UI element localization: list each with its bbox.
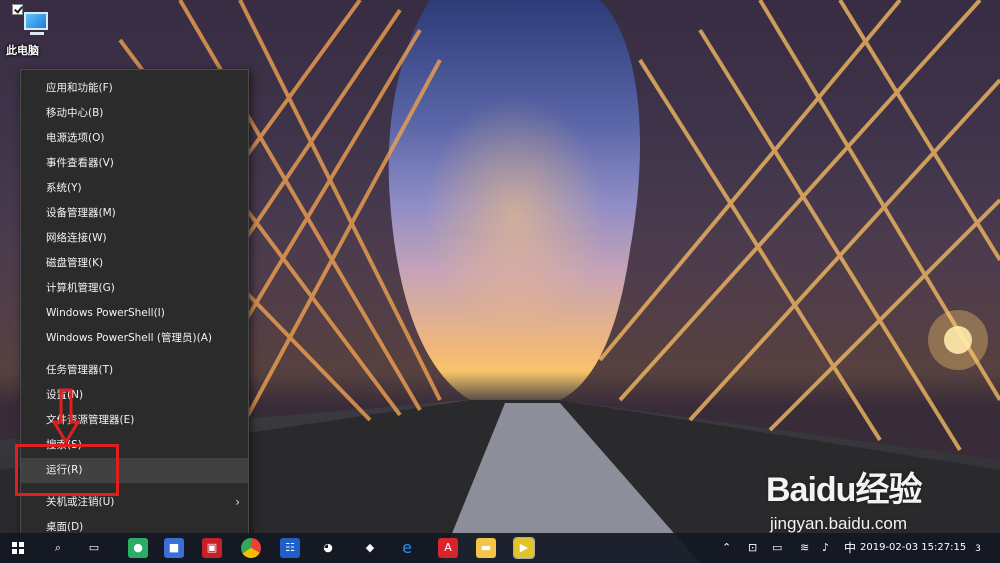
wifi-icon[interactable]: ≋ <box>800 533 809 563</box>
menu-item-mobility-center[interactable]: 移动中心(B) <box>21 101 248 126</box>
annotation-highlight-box <box>15 444 119 496</box>
menu-item-power-options[interactable]: 电源选项(O) <box>21 126 248 151</box>
ime-indicator[interactable]: 中 <box>844 533 856 563</box>
menu-item-label: 关机或注销(U) <box>46 496 115 508</box>
search-icon[interactable]: ⌕ <box>48 538 68 558</box>
app-icon[interactable]: ▶ <box>513 537 535 559</box>
menu-item-task-manager[interactable]: 任务管理器(T) <box>21 358 248 383</box>
task-view-icon[interactable]: ▭ <box>84 538 104 558</box>
menu-item-event-viewer[interactable]: 事件查看器(V) <box>21 151 248 176</box>
menu-item-disk-management[interactable]: 磁盘管理(K) <box>21 251 248 276</box>
menu-item-powershell-admin[interactable]: Windows PowerShell (管理员)(A) <box>21 326 248 351</box>
wechat-icon[interactable]: ● <box>128 538 148 558</box>
menu-item-powershell[interactable]: Windows PowerShell(I) <box>21 301 248 326</box>
clock-datetime[interactable]: 2019-02-03 15:27:15 <box>860 542 966 553</box>
start-button[interactable] <box>12 542 24 554</box>
annotation-arrow-down-icon <box>52 388 80 445</box>
app-icon[interactable]: ■ <box>164 538 184 558</box>
monitor-stand-icon <box>30 32 44 35</box>
menu-item-system[interactable]: 系统(Y) <box>21 176 248 201</box>
taskbar: ⌕ ▭ ● ■ ▣ ☷ ◕ ◆ e A ▬ ▶ ⌃ ⊡ ▭ ≋ ♪ 中 2019… <box>0 533 1000 563</box>
chevron-right-icon: › <box>235 495 240 509</box>
app-icon[interactable]: ☷ <box>280 538 300 558</box>
selection-checkbox-icon[interactable] <box>12 4 23 15</box>
menu-item-network-connections[interactable]: 网络连接(W) <box>21 226 248 251</box>
volume-icon[interactable]: ♪ <box>822 533 829 563</box>
app-icon[interactable]: ▣ <box>202 538 222 558</box>
file-explorer-icon[interactable]: ▬ <box>476 538 496 558</box>
menu-separator <box>21 351 248 358</box>
app-icon[interactable]: A <box>438 538 458 558</box>
qq-icon[interactable]: ◕ <box>318 538 338 558</box>
menu-item-device-manager[interactable]: 设备管理器(M) <box>21 201 248 226</box>
chevron-up-icon[interactable]: ⌃ <box>722 533 731 563</box>
app-icon[interactable]: ◆ <box>360 538 380 558</box>
notification-center-icon[interactable]: 3 <box>966 533 990 563</box>
desktop-icon-label: 此电脑 <box>6 44 39 57</box>
chrome-icon[interactable] <box>241 538 261 558</box>
menu-item-computer-management[interactable]: 计算机管理(G) <box>21 276 248 301</box>
baidu-jingyan-watermark: Baidu经验 jingyan.baidu.com <box>766 462 956 542</box>
menu-item-apps-features[interactable]: 应用和功能(F) <box>21 76 248 101</box>
this-pc-icon <box>24 12 48 30</box>
battery-icon[interactable]: ▭ <box>772 533 782 563</box>
network-icon[interactable]: ⊡ <box>748 533 757 563</box>
watermark-url: jingyan.baidu.com <box>770 514 908 533</box>
notification-count-badge: 3 <box>975 544 981 554</box>
desktop-icon-this-pc[interactable]: 此电脑 <box>6 2 54 62</box>
ie-icon[interactable]: e <box>397 538 417 558</box>
watermark-brand: Baidu经验 <box>766 471 922 509</box>
